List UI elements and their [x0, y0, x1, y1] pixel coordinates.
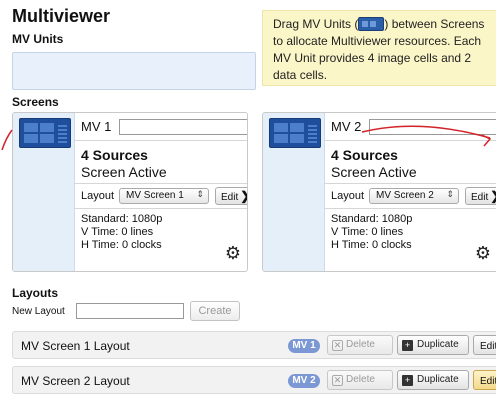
screen-name-label: MV 2: [331, 119, 362, 134]
layout-select[interactable]: MV Screen 2 ⇕: [369, 188, 459, 204]
duplicate-label: Duplicate: [417, 339, 459, 350]
delete-layout-button[interactable]: ✕ Delete: [327, 370, 393, 390]
screen-status: Screen Active: [331, 164, 417, 180]
layout-name: MV Screen 2 Layout: [21, 374, 130, 388]
duplicate-layout-button[interactable]: + Duplicate: [397, 370, 469, 390]
screen-stats: Standard: 1080p V Time: 0 lines H Time: …: [81, 213, 162, 252]
layout-select[interactable]: MV Screen 1 ⇕: [119, 188, 209, 204]
screen-name-input[interactable]: [119, 119, 247, 135]
vtime-text: V Time: 0 lines: [331, 226, 404, 238]
edit-layout-button[interactable]: Edit❯: [465, 187, 496, 205]
standard-text: Standard: 1080p: [331, 213, 413, 225]
duplicate-label: Duplicate: [417, 374, 459, 385]
duplicate-icon: +: [402, 375, 413, 386]
info-box: Drag MV Units () between Screens to allo…: [262, 10, 496, 86]
screen-name-row: MV 2: [325, 113, 496, 141]
htime-text: H Time: 0 clocks: [331, 239, 412, 251]
edit-label: Edit: [480, 376, 496, 387]
chevron-right-icon: ❯: [240, 189, 247, 203]
layout-row: Layout MV Screen 2 ⇕ Edit❯: [325, 183, 496, 209]
new-layout-label: New Layout: [12, 306, 65, 317]
layout-select-value: MV Screen 1: [126, 190, 184, 201]
edit-label: Edit: [221, 192, 239, 203]
layout-row: Layout MV Screen 1 ⇕ Edit❯: [75, 183, 247, 209]
screen-name-row: MV 1: [75, 113, 247, 141]
htime-text: H Time: 0 clocks: [81, 239, 162, 251]
mv-badge: MV 2: [288, 374, 320, 388]
screen-status: Screen Active: [81, 164, 167, 180]
screen-card-mv1: MV 1 4 Sources Screen Active Layout MV S…: [12, 112, 248, 272]
edit-layout-button[interactable]: Edit❯: [473, 370, 496, 390]
close-icon: ✕: [332, 340, 343, 351]
sources-count: 4 Sources: [331, 147, 398, 163]
standard-text: Standard: 1080p: [81, 213, 163, 225]
layout-label: Layout: [81, 190, 115, 202]
chevron-right-icon: ❯: [490, 189, 496, 203]
layouts-heading: Layouts: [12, 286, 59, 300]
create-layout-button[interactable]: Create: [190, 301, 240, 321]
mv-unit-icon: [358, 17, 385, 31]
gear-icon[interactable]: ⚙: [473, 243, 493, 263]
screen-card-mv2: MV 2 4 Sources Screen Active Layout MV S…: [262, 112, 496, 272]
layout-select-value: MV Screen 2: [376, 190, 434, 201]
new-layout-input[interactable]: [76, 303, 184, 319]
edit-label: Edit: [480, 341, 496, 352]
duplicate-icon: +: [402, 340, 413, 351]
duplicate-layout-button[interactable]: + Duplicate: [397, 335, 469, 355]
screens-heading: Screens: [12, 95, 59, 109]
layout-list-item: MV Screen 1 Layout MV 1 ✕ Delete + Duplica…: [12, 331, 496, 359]
layout-label: Layout: [331, 190, 365, 202]
edit-label: Edit: [471, 192, 489, 203]
edit-layout-button[interactable]: Edit❯: [215, 187, 247, 205]
edit-layout-button[interactable]: Edit❯: [473, 335, 496, 355]
delete-label: Delete: [346, 374, 375, 385]
screen-unit-column[interactable]: [263, 113, 325, 271]
screen-unit-column[interactable]: [13, 113, 75, 271]
screen-name-input[interactable]: [369, 119, 496, 135]
mv-unit-icon[interactable]: [19, 118, 71, 148]
gear-icon[interactable]: ⚙: [223, 243, 243, 263]
layout-name: MV Screen 1 Layout: [21, 339, 130, 353]
mv-badge: MV 1: [288, 339, 320, 353]
close-icon: ✕: [332, 375, 343, 386]
page-title: Multiviewer: [12, 6, 111, 26]
layout-list-item: MV Screen 2 Layout MV 2 ✕ Delete + Duplica…: [12, 366, 496, 394]
delete-layout-button[interactable]: ✕ Delete: [327, 335, 393, 355]
mv-units-heading: MV Units: [12, 32, 64, 46]
vtime-text: V Time: 0 lines: [81, 226, 154, 238]
screen-stats: Standard: 1080p V Time: 0 lines H Time: …: [331, 213, 412, 252]
select-arrows-icon: ⇕: [446, 189, 454, 199]
info-text-start: Drag MV Units (: [273, 17, 359, 31]
sources-count: 4 Sources: [81, 147, 148, 163]
delete-label: Delete: [346, 339, 375, 350]
screen-name-label: MV 1: [81, 119, 112, 134]
mv-units-drop-zone[interactable]: [12, 52, 256, 90]
mv-unit-icon[interactable]: [269, 118, 321, 148]
select-arrows-icon: ⇕: [196, 189, 204, 199]
